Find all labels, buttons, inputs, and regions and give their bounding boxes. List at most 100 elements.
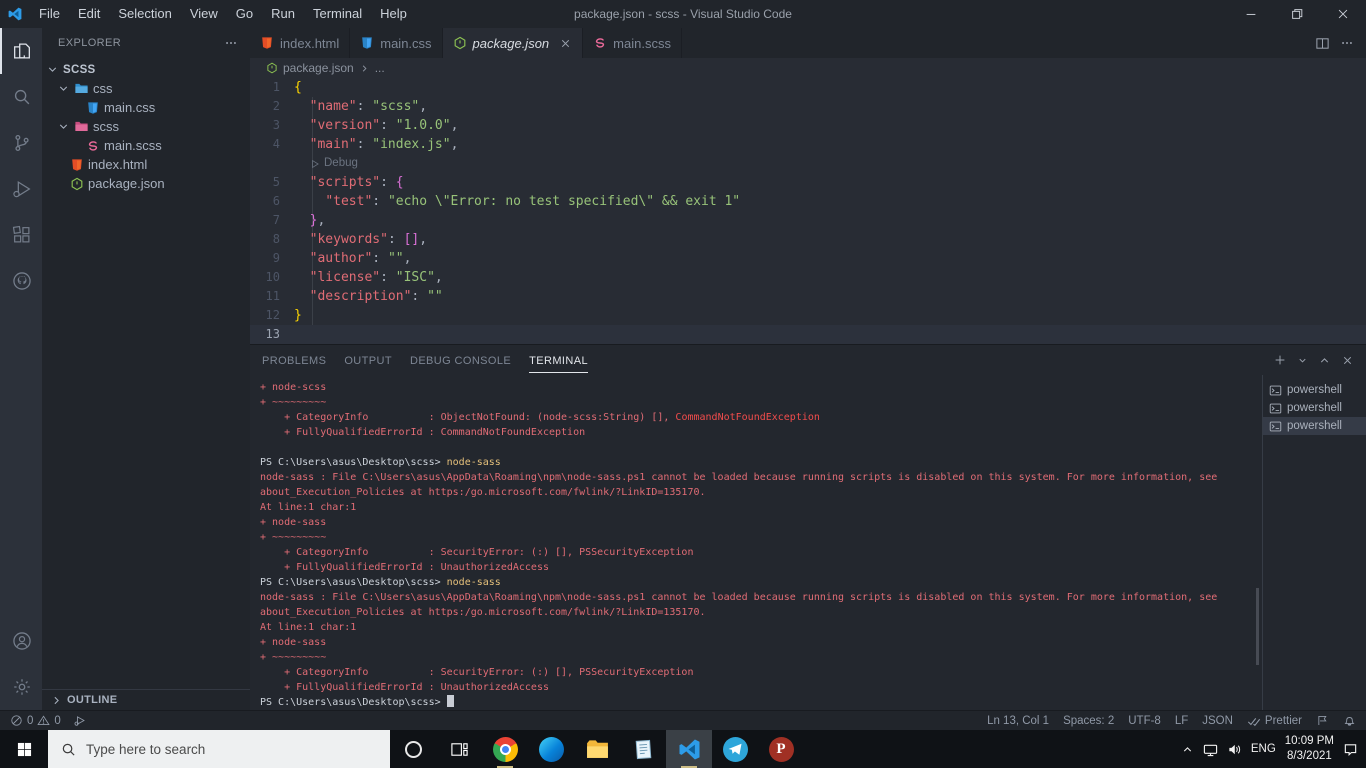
code-text: "main": "index.js",: [309, 137, 459, 152]
menu-selection[interactable]: Selection: [109, 0, 180, 28]
activity-run-debug-icon[interactable]: [0, 166, 42, 212]
code-line[interactable]: 5 "scripts": {: [250, 173, 1366, 192]
tray-chevron-up-icon[interactable]: [1181, 743, 1194, 756]
restore-button[interactable]: [1274, 0, 1320, 28]
breadcrumb-more[interactable]: ...: [375, 61, 385, 75]
language-mode[interactable]: JSON: [1202, 715, 1233, 727]
formatter-status[interactable]: Prettier: [1247, 714, 1302, 728]
terminal-dropdown-icon[interactable]: [1297, 355, 1308, 366]
panel-tab-problems[interactable]: PROBLEMS: [262, 348, 326, 373]
tree-item-main-scss[interactable]: main.scss: [42, 136, 250, 155]
terminal-session[interactable]: powershell: [1263, 399, 1366, 417]
debug-status-icon[interactable]: [73, 714, 86, 727]
close-panel-icon[interactable]: [1341, 354, 1354, 367]
clock[interactable]: 10:09 PM 8/3/2021: [1285, 734, 1334, 764]
json-icon: [266, 62, 278, 74]
tab-package-json[interactable]: package.json: [442, 28, 584, 58]
notifications-bell-icon[interactable]: [1343, 714, 1356, 727]
menu-view[interactable]: View: [181, 0, 227, 28]
tree-item-index-html[interactable]: index.html: [42, 155, 250, 174]
menu-terminal[interactable]: Terminal: [304, 0, 371, 28]
code-line[interactable]: 2 "name": "scss",: [250, 97, 1366, 116]
activity-extensions-icon[interactable]: [0, 212, 42, 258]
file-explorer-icon[interactable]: [574, 730, 620, 768]
codelens-debug[interactable]: Debug: [310, 154, 358, 173]
task-view-icon[interactable]: [436, 730, 482, 768]
code-line[interactable]: 8 "keywords": [],: [250, 230, 1366, 249]
edge-icon[interactable]: [528, 730, 574, 768]
tree-item-main-css[interactable]: main.css: [42, 98, 250, 117]
maximize-panel-icon[interactable]: [1318, 354, 1331, 367]
network-icon[interactable]: [1203, 742, 1218, 757]
close-tab-icon[interactable]: [559, 37, 572, 50]
tree-item-package-json[interactable]: package.json: [42, 174, 250, 193]
problems-status[interactable]: 0 0: [10, 714, 61, 727]
terminal-line: + CategoryInfo : ObjectNotFound: (node-s…: [260, 412, 820, 423]
menu-help[interactable]: Help: [371, 0, 416, 28]
code-line[interactable]: 1{: [250, 78, 1366, 97]
tree-item-scss[interactable]: SCSS: [42, 60, 250, 79]
menu-edit[interactable]: Edit: [69, 0, 109, 28]
indentation-setting[interactable]: Spaces: 2: [1063, 715, 1114, 727]
eol-setting[interactable]: LF: [1175, 715, 1188, 727]
menu-file[interactable]: File: [30, 0, 69, 28]
code-editor[interactable]: 1{2 "name": "scss", 3 "version": "1.0.0",…: [250, 78, 1366, 344]
panel-tab-output[interactable]: OUTPUT: [344, 348, 392, 373]
explorer-more-actions-icon[interactable]: [224, 36, 238, 50]
terminal-line: PS C:\Users\asus\Desktop\scss>: [260, 695, 1262, 710]
new-terminal-icon[interactable]: [1273, 353, 1287, 367]
code-line[interactable]: 9 "author": "",: [250, 249, 1366, 268]
tab-main-scss[interactable]: main.scss: [583, 28, 682, 58]
code-line[interactable]: 11 "description": "": [250, 287, 1366, 306]
taskbar-search-box[interactable]: Type here to search: [48, 730, 390, 768]
code-line[interactable]: 7 },: [250, 211, 1366, 230]
tree-item-css[interactable]: css: [42, 79, 250, 98]
menu-go[interactable]: Go: [227, 0, 262, 28]
start-button[interactable]: [0, 730, 48, 768]
tab-main-css[interactable]: main.css: [350, 28, 443, 58]
minimize-button[interactable]: [1228, 0, 1274, 28]
panel-tab-debug-console[interactable]: DEBUG CONSOLE: [410, 348, 511, 373]
code-line[interactable]: 12}: [250, 306, 1366, 325]
close-window-button[interactable]: [1320, 0, 1366, 28]
code-line[interactable]: 10 "license": "ISC",: [250, 268, 1366, 287]
encoding-setting[interactable]: UTF-8: [1128, 715, 1161, 727]
activity-github-icon[interactable]: [0, 258, 42, 304]
cortana-icon[interactable]: [390, 730, 436, 768]
terminal-output[interactable]: + node-scss + ~~~~~~~~~ + CategoryInfo : …: [250, 375, 1262, 710]
code-line[interactable]: 6 "test": "echo \"Error: no test specifi…: [250, 192, 1366, 211]
chrome-icon[interactable]: [482, 730, 528, 768]
activity-account-icon[interactable]: [0, 618, 42, 664]
feedback-icon[interactable]: [1316, 714, 1329, 727]
tab-index-html[interactable]: index.html: [250, 28, 351, 58]
activity-files-icon[interactable]: [0, 28, 42, 74]
vscode-icon[interactable]: [666, 730, 712, 768]
code-line[interactable]: 3 "version": "1.0.0",: [250, 116, 1366, 135]
telegram-icon[interactable]: [712, 730, 758, 768]
split-editor-icon[interactable]: [1315, 36, 1330, 51]
panel-tab-terminal[interactable]: TERMINAL: [529, 348, 588, 373]
activity-settings-gear-icon[interactable]: [0, 664, 42, 710]
terminal-line: + node-sass: [260, 637, 327, 648]
menu-run[interactable]: Run: [262, 0, 304, 28]
action-center-icon[interactable]: [1343, 742, 1358, 757]
code-line[interactable]: Debug: [250, 154, 1366, 173]
volume-icon[interactable]: [1227, 742, 1242, 757]
code-text: }: [294, 308, 302, 323]
activity-source-control-icon[interactable]: [0, 120, 42, 166]
activity-search-icon[interactable]: [0, 74, 42, 120]
editor-more-actions-icon[interactable]: [1340, 36, 1354, 50]
language-indicator[interactable]: ENG: [1251, 743, 1276, 755]
notepad-icon[interactable]: [620, 730, 666, 768]
terminal-session[interactable]: powershell: [1263, 381, 1366, 399]
psiphon-icon[interactable]: P: [758, 730, 804, 768]
cursor-position[interactable]: Ln 13, Col 1: [987, 715, 1049, 727]
tree-item-scss[interactable]: scss: [42, 117, 250, 136]
breadcrumb-file[interactable]: package.json: [283, 61, 354, 75]
outline-section[interactable]: OUTLINE: [42, 689, 250, 710]
terminal-session[interactable]: powershell: [1263, 417, 1366, 435]
code-line[interactable]: 13: [250, 325, 1366, 344]
css-icon: [360, 36, 374, 50]
code-line[interactable]: 4 "main": "index.js",: [250, 135, 1366, 154]
terminal-scrollbar[interactable]: [1256, 588, 1259, 665]
